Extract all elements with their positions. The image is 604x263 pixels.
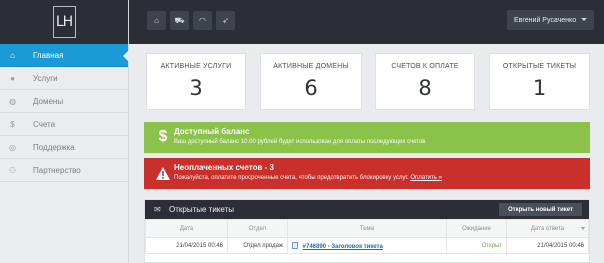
table-header-row: Дата Отдел Тема Ожидание Дата ответа [145,219,589,238]
unpaid-alert-title: Неоплаченных счетов - 3 [174,163,274,172]
logo-area: LH [0,0,128,44]
stat-label: АКТИВНЫЕ УСЛУГИ [160,63,232,70]
panel-header: ✉ Открытые тикеты Открыть новый тикет [145,200,589,219]
stat-value: 3 [189,76,203,100]
logo[interactable]: LH [52,6,76,38]
sidebar-item-label: Домены [33,96,64,106]
top-bar: ⌂ ⛟ ◠ ➶ Евгений Русаченко [129,0,604,44]
ticket-subject-cell: #746890 - Заголовок тикета [287,237,447,254]
sidebar: LH ⌂ Главная ● Услуги ◍ Домены $ Счета ◎… [0,0,129,263]
sidebar-item-affiliates[interactable]: ⚇ Партнерство [0,159,128,182]
dollar-icon: $ [158,128,168,145]
open-tickets-panel: ✉ Открытые тикеты Открыть новый тикет Да… [144,199,590,263]
sidebar-item-domains[interactable]: ◍ Домены [0,90,128,113]
user-icon: ● [10,73,15,83]
stat-value: 6 [304,76,318,100]
sidebar-item-home[interactable]: ⌂ Главная [0,44,129,67]
home-icon: ⌂ [154,16,159,25]
wifi-icon: ◠ [199,16,206,25]
ticket-last-reply: 21/04/2015 00:46 [506,237,589,254]
balance-alert-title: Доступный баланс [174,127,250,136]
unpaid-alert-text-wrap: Пожалуйста, оплатите просроченные счета,… [174,175,442,181]
rocket-button[interactable]: ➶ [216,11,235,30]
sidebar-item-label: Счета [33,119,56,129]
column-header-last-reply[interactable]: Дата ответа [506,219,589,238]
stat-open-tickets[interactable]: ОТКРЫТЫЕ ТИКЕТЫ 1 [489,53,590,110]
file-icon [292,241,298,249]
globe-icon: ◍ [9,96,16,106]
home-button[interactable]: ⌂ [147,11,166,30]
lifebuoy-icon: ◎ [9,142,16,152]
column-header-department[interactable]: Отдел [227,219,288,238]
sidebar-item-invoices[interactable]: $ Счета [0,113,128,136]
stat-label: ОТКРЫТЫЕ ТИКЕТЫ [502,63,577,70]
home-icon: ⌂ [10,50,15,60]
new-ticket-button[interactable]: Открыть новый тикет [499,203,582,216]
ticket-subject-link[interactable]: #746890 - Заголовок тикета [303,244,383,250]
ticket-date: 21/04/2015 00:46 [145,237,228,254]
rocket-icon: ➶ [222,16,229,25]
users-icon: ⚇ [8,165,17,175]
ticket-icon: ✉ [154,205,161,214]
dollar-icon: $ [10,119,15,129]
column-header-subject[interactable]: Тема [287,219,447,238]
balance-alert: $ Доступный баланс Ваш доступный баланс … [144,122,590,153]
stat-active-domains[interactable]: АКТИВНЫЕ ДОМЕНЫ 6 [260,53,362,110]
unpaid-alert: Неоплаченных счетов - 3 Пожалуйста, опла… [144,158,590,189]
stat-label: СЧЕТОВ К ОПЛАТЕ [391,63,459,70]
unpaid-alert-text: Пожалуйста, оплатите просроченные счета,… [174,175,409,181]
sidebar-item-support[interactable]: ◎ Поддержка [0,136,128,159]
stat-active-services[interactable]: АКТИВНЫЕ УСЛУГИ 3 [146,53,246,110]
ticket-department: Отдел продаж [227,237,288,254]
stat-unpaid-invoices[interactable]: СЧЕТОВ К ОПЛАТЕ 8 [375,53,475,110]
balance-alert-text: Ваш доступный баланс 10.00 рублей будет … [174,139,426,145]
user-menu-button[interactable]: Евгений Русаченко [507,10,594,30]
sidebar-item-label: Поддержка [33,142,75,152]
stat-value: 8 [418,76,432,100]
cart-button[interactable]: ⛟ [170,11,189,30]
column-header-date[interactable]: Дата [145,219,228,238]
sort-down-icon [581,227,585,230]
wifi-button[interactable]: ◠ [193,11,212,30]
chevron-down-icon [581,18,587,21]
sidebar-item-label: Услуги [33,73,58,83]
sidebar-item-label: Главная [33,50,64,60]
ticket-status: Открыт [446,237,507,254]
column-header-status[interactable]: Ожидание [446,219,507,238]
sidebar-item-label: Партнерство [33,165,81,175]
pay-link[interactable]: Оплатить » [410,175,442,181]
table-row[interactable]: 21/04/2015 00:46 Отдел продаж #746890 - … [145,237,589,254]
stat-value: 1 [532,76,547,100]
user-name: Евгений Русаченко [514,16,577,24]
panel-title: Открытые тикеты [169,205,234,214]
tickets-table: Дата Отдел Тема Ожидание Дата ответа 21/… [145,219,589,254]
sidebar-item-services[interactable]: ● Услуги [0,67,128,90]
warning-icon [155,164,171,182]
cart-icon: ⛟ [174,15,185,25]
stat-label: АКТИВНЫЕ ДОМЕНЫ [273,63,349,70]
column-header-label: Дата ответа [530,225,565,232]
